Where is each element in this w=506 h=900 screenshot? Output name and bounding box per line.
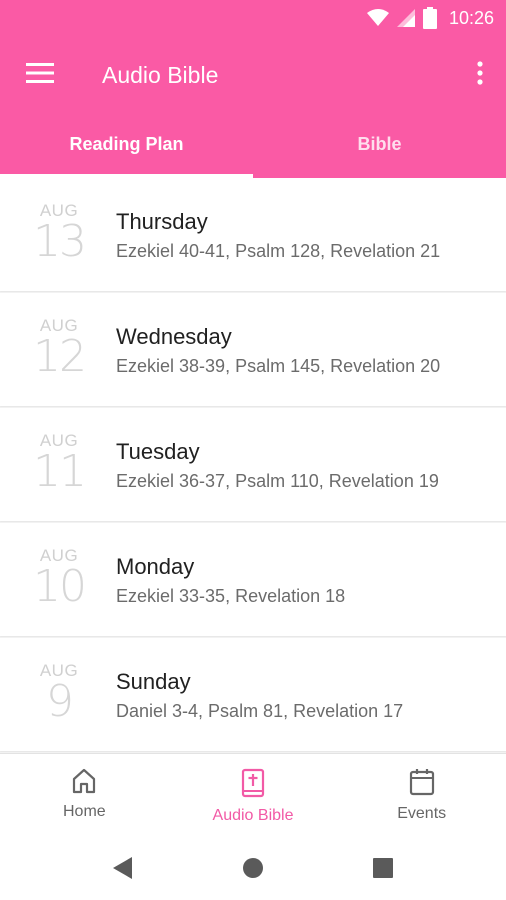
- reading-plan-list: AUG 13 Thursday Ezekiel 40-41, Psalm 128…: [0, 178, 506, 753]
- app-bar: Audio Bible: [0, 36, 506, 114]
- date-box: AUG 12: [30, 317, 88, 379]
- home-circle-icon[interactable]: [238, 853, 268, 883]
- date-box: AUG 11: [30, 432, 88, 494]
- list-item[interactable]: AUG 12 Wednesday Ezekiel 38-39, Psalm 14…: [0, 293, 506, 406]
- date-box: AUG 9: [30, 662, 88, 724]
- more-vert-icon: [477, 60, 483, 90]
- item-weekday: Wednesday: [116, 324, 232, 349]
- hamburger-menu-icon: [26, 62, 54, 88]
- item-weekday: Monday: [116, 554, 195, 579]
- item-weekday: Thursday: [116, 209, 208, 234]
- date-box: AUG 13: [30, 202, 88, 264]
- back-icon[interactable]: [108, 853, 138, 883]
- recents-icon[interactable]: [368, 853, 398, 883]
- date-day: 13: [33, 216, 87, 267]
- nav-home-label: Home: [62, 803, 106, 820]
- system-nav-bar: [0, 836, 506, 900]
- tab-bar: Reading Plan Bible: [0, 114, 506, 178]
- item-readings: Ezekiel 38-39, Psalm 145, Revelation 20: [116, 356, 441, 376]
- nav-audio-bible[interactable]: Audio Bible: [169, 754, 338, 836]
- nav-audio-bible-label: Audio Bible: [212, 807, 294, 824]
- date-day: 11: [33, 446, 87, 497]
- wifi-icon: [366, 9, 389, 27]
- bottom-nav: Home Audio Bible Events: [0, 753, 506, 836]
- list-item[interactable]: AUG 11 Tuesday Ezekiel 36-37, Psalm 110,…: [0, 408, 506, 521]
- calendar-icon: [409, 768, 435, 801]
- date-day: 10: [33, 561, 87, 612]
- item-readings: Ezekiel 36-37, Psalm 110, Revelation 19: [116, 471, 439, 491]
- menu-button[interactable]: [0, 36, 80, 114]
- tab-bible[interactable]: Bible: [253, 114, 506, 178]
- status-time: 10:26: [448, 7, 494, 28]
- list-item[interactable]: AUG 9 Sunday Daniel 3-4, Psalm 81, Revel…: [0, 638, 506, 751]
- home-icon: [71, 768, 97, 799]
- item-readings: Daniel 3-4, Psalm 81, Revelation 17: [116, 701, 404, 721]
- list-item[interactable]: AUG 13 Thursday Ezekiel 40-41, Psalm 128…: [0, 178, 506, 291]
- bible-icon: [240, 768, 266, 803]
- status-bar: 10:26: [0, 0, 506, 36]
- battery-icon: [422, 7, 437, 29]
- item-readings: Ezekiel 40-41, Psalm 128, Revelation 21: [116, 241, 441, 261]
- nav-events[interactable]: Events: [337, 754, 506, 836]
- date-day: 12: [33, 331, 87, 382]
- item-readings: Ezekiel 33-35, Revelation 18: [116, 586, 346, 606]
- date-day: 9: [46, 676, 74, 727]
- page-title: Audio Bible: [102, 62, 219, 88]
- signal-icon: [396, 9, 415, 27]
- item-weekday: Tuesday: [116, 439, 200, 464]
- overflow-menu-button[interactable]: [468, 36, 492, 114]
- list-item[interactable]: AUG 10 Monday Ezekiel 33-35, Revelation …: [0, 523, 506, 636]
- item-weekday: Sunday: [116, 669, 191, 694]
- nav-home[interactable]: Home: [0, 754, 169, 836]
- nav-events-label: Events: [397, 805, 447, 822]
- tab-reading-plan[interactable]: Reading Plan: [0, 114, 253, 178]
- date-box: AUG 10: [30, 547, 88, 609]
